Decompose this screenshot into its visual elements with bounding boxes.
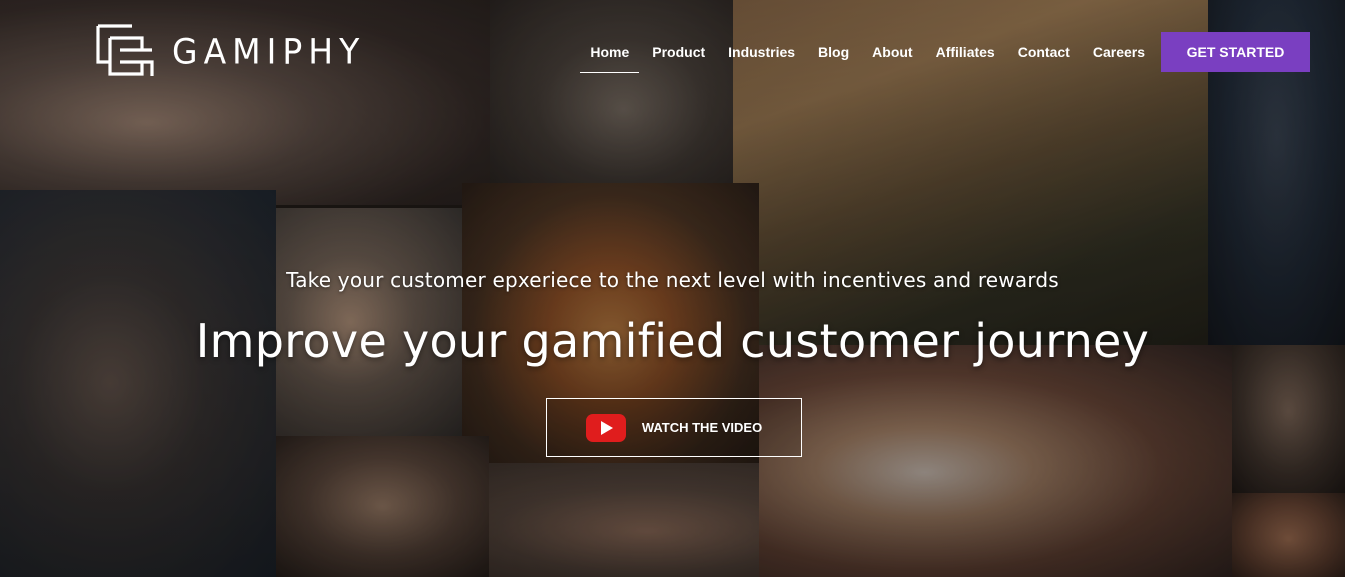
nav-item-affiliates[interactable]: Affiliates: [936, 34, 995, 70]
main-nav: Home Product Industries Blog About Affil…: [567, 32, 1310, 73]
brand-name: GAMIPHY: [172, 30, 366, 72]
hero-subtitle: Take your customer epxeriece to the next…: [286, 268, 1059, 292]
watch-video-button[interactable]: WATCH THE VIDEO: [546, 398, 802, 457]
nav-item-product[interactable]: Product: [652, 34, 705, 70]
watch-video-label: WATCH THE VIDEO: [641, 420, 763, 435]
nav-item-blog[interactable]: Blog: [818, 34, 849, 70]
hero-section: Take your customer epxeriece to the next…: [0, 268, 1345, 368]
youtube-play-icon: [585, 413, 626, 442]
nav-item-careers[interactable]: Careers: [1093, 34, 1145, 70]
get-started-button[interactable]: GET STARTED: [1161, 32, 1310, 72]
brand-logo[interactable]: GAMIPHY: [96, 24, 365, 78]
nav-item-contact[interactable]: Contact: [1018, 34, 1070, 70]
nav-item-home[interactable]: Home: [580, 34, 640, 73]
hero-title: Improve your gamified customer journey: [195, 314, 1150, 368]
nav-item-about[interactable]: About: [872, 34, 912, 70]
nav-item-industries[interactable]: Industries: [728, 34, 795, 70]
gamiphy-logo-icon: [96, 24, 154, 76]
